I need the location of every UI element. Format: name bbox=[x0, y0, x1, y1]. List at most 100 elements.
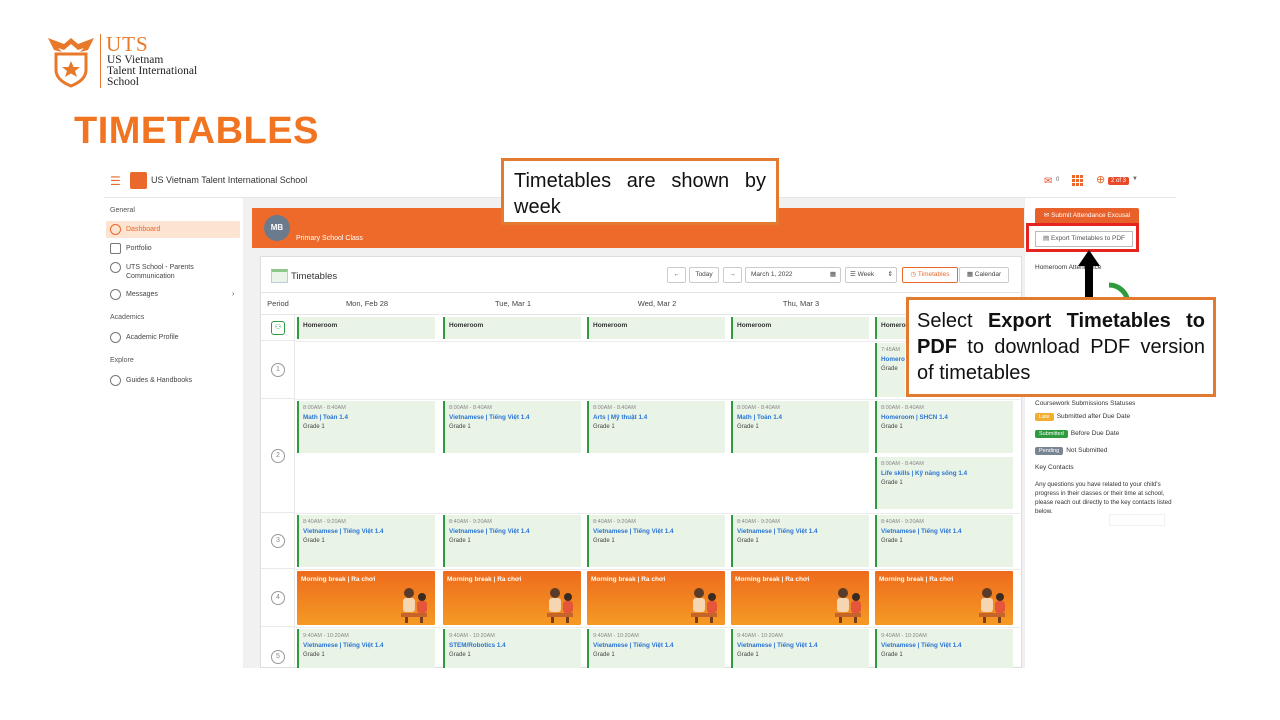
legend-text: Before Due Date bbox=[1070, 430, 1120, 437]
lesson-cell[interactable]: 9:40AM - 10:20AM Vietnamese | Tiếng Việt … bbox=[875, 629, 1013, 668]
period-number: 2 bbox=[271, 449, 285, 463]
lesson-time: 9:40AM - 10:20AM bbox=[593, 633, 639, 639]
users-icon bbox=[110, 262, 121, 273]
lesson-subject: Vietnamese | Tiếng Việt 1.4 bbox=[881, 642, 962, 649]
callout-export-pdf: Select Export Timetables to PDF to downl… bbox=[906, 297, 1216, 397]
lesson-cell[interactable]: 8:40AM - 9:20AM Vietnamese | Tiếng Việt 1… bbox=[587, 515, 725, 567]
break-label: Morning break | Ra chơi bbox=[735, 576, 810, 583]
homeroom-label: Homeroom bbox=[593, 322, 628, 329]
lesson-cell[interactable]: 8:40AM - 9:20AM Vietnamese | Tiếng Việt 1… bbox=[731, 515, 869, 567]
lesson-cell[interactable]: 9:40AM - 10:20AM Vietnamese | Tiếng Việt … bbox=[731, 629, 869, 668]
uts-wing-shield-icon bbox=[48, 38, 94, 88]
messages-icon bbox=[110, 289, 121, 300]
key-contacts-box bbox=[1109, 514, 1165, 526]
legend-text: Not Submitted bbox=[1066, 447, 1108, 454]
date-value: March 1, 2022 bbox=[751, 271, 793, 278]
morning-break-cell[interactable]: Morning break | Ra chơi bbox=[587, 571, 725, 625]
period-number: 5 bbox=[271, 650, 285, 664]
break-label: Morning break | Ra chơi bbox=[301, 576, 376, 583]
prev-week-button[interactable]: ← bbox=[667, 267, 686, 283]
sidebar-item-parents-communication[interactable]: UTS School - Parents Communication bbox=[106, 259, 240, 283]
export-button-highlight bbox=[1026, 223, 1139, 252]
lesson-cell[interactable]: 8:00AM - 8:40AM Homeroom | SHCN 1.4 Grade … bbox=[875, 401, 1013, 453]
next-week-button[interactable]: → bbox=[723, 267, 742, 283]
page-badge: 2 of 3 bbox=[1108, 177, 1130, 185]
calendar-icon bbox=[271, 269, 288, 283]
lesson-cell[interactable]: 9:40AM - 10:20AM STEM/Robotics 1.4 Grade 1 bbox=[443, 629, 581, 668]
homeroom-extra-cell[interactable]: 7:45AM Homero Grade bbox=[875, 343, 905, 397]
apps-grid-icon[interactable] bbox=[1072, 175, 1083, 186]
main-content: MB Primary School Class Timetables ← Tod… bbox=[244, 198, 1026, 668]
clock-icon: ◷ bbox=[910, 271, 918, 278]
lesson-cell[interactable]: 9:40AM - 10:20AM Vietnamese | Tiếng Việt … bbox=[297, 629, 435, 668]
lesson-cell[interactable]: 8:00AM - 8:40AM Arts | Mỹ thuật 1.4 Grade … bbox=[587, 401, 725, 453]
portfolio-icon bbox=[110, 243, 121, 254]
homeroom-cell[interactable]: Homeroom bbox=[297, 317, 435, 339]
sidebar-item-messages[interactable]: Messages › bbox=[106, 286, 240, 303]
globe-icon[interactable]: ⊕ bbox=[1096, 175, 1105, 186]
period-number: 3 bbox=[271, 534, 285, 548]
today-button[interactable]: Today bbox=[689, 267, 719, 283]
break-label: Morning break | Ra chơi bbox=[447, 576, 522, 583]
morning-break-cell[interactable]: Morning break | Ra chơi bbox=[297, 571, 435, 625]
lesson-cell[interactable]: 8:00AM - 8:40AM Life skills | Kỹ năng sốn… bbox=[875, 457, 1013, 509]
period-cell: 2 bbox=[261, 399, 295, 513]
sidebar-item-dashboard[interactable]: Dashboard bbox=[106, 221, 240, 238]
playing-children-illustration-icon bbox=[835, 588, 861, 623]
lesson-time: 8:00AM - 8:40AM bbox=[737, 405, 780, 411]
lesson-cell[interactable]: 8:00AM - 8:40AM Vietnamese | Tiếng Việt 1… bbox=[443, 401, 581, 453]
tab-label: Timetables bbox=[917, 271, 950, 278]
day-column-header: Thu, Mar 3 bbox=[729, 293, 873, 315]
menu-icon[interactable]: ☰ bbox=[110, 175, 121, 187]
logo-line-3: School bbox=[107, 76, 139, 88]
profile-icon bbox=[110, 332, 121, 343]
lesson-cell[interactable]: 8:40AM - 9:20AM Vietnamese | Tiếng Việt 1… bbox=[443, 515, 581, 567]
period-cell: ⚇ bbox=[261, 315, 295, 341]
sidebar-section-academics: Academics bbox=[110, 314, 145, 321]
lesson-cell[interactable]: 8:00AM - 8:40AM Math | Toán 1.4 Grade 1 bbox=[297, 401, 435, 453]
sidebar-item-guides-handbooks[interactable]: Guides & Handbooks bbox=[106, 372, 240, 389]
lesson-time: 9:40AM - 10:20AM bbox=[737, 633, 783, 639]
period-cell: 3 bbox=[261, 513, 295, 569]
homeroom-cell[interactable]: Homeroom bbox=[587, 317, 725, 339]
lesson-subject: Vietnamese | Tiếng Việt 1.4 bbox=[593, 642, 674, 649]
caret-down-icon[interactable]: ▼ bbox=[1132, 176, 1138, 182]
late-badge: Late bbox=[1035, 413, 1054, 421]
tab-calendar[interactable]: ▦ Calendar bbox=[959, 267, 1009, 283]
lesson-time: 8:00AM - 8:40AM bbox=[593, 405, 636, 411]
lesson-time: 8:00AM - 8:40AM bbox=[881, 461, 924, 467]
right-panel: ✉ Submit Attendance Excusal ▤ Export Tim… bbox=[1024, 198, 1176, 668]
homeroom-label: Homeroom bbox=[449, 322, 484, 329]
tab-timetables[interactable]: ◷ Timetables bbox=[902, 267, 958, 283]
playing-children-illustration-icon bbox=[691, 588, 717, 623]
mail-icon[interactable]: ✉ bbox=[1044, 176, 1052, 187]
homeroom-cell[interactable]: Homeroom bbox=[731, 317, 869, 339]
homeroom-label: Homeroom bbox=[303, 322, 338, 329]
lesson-grade: Grade 1 bbox=[303, 538, 325, 544]
school-logo-icon bbox=[130, 172, 147, 189]
key-contacts-title: Key Contacts bbox=[1035, 464, 1074, 471]
avatar[interactable]: MB bbox=[264, 215, 290, 241]
morning-break-cell[interactable]: Morning break | Ra chơi bbox=[731, 571, 869, 625]
homeroom-cell[interactable]: Homeroom bbox=[443, 317, 581, 339]
morning-break-cell[interactable]: Morning break | Ra chơi bbox=[875, 571, 1013, 625]
sidebar-item-portfolio[interactable]: Portfolio bbox=[106, 240, 240, 257]
lesson-time: 9:40AM - 10:20AM bbox=[303, 633, 349, 639]
lesson-cell[interactable]: 8:40AM - 9:20AM Vietnamese | Tiếng Việt 1… bbox=[875, 515, 1013, 567]
lesson-cell[interactable]: 9:40AM - 10:20AM Vietnamese | Tiếng Việt … bbox=[587, 629, 725, 668]
view-select[interactable]: ☰ Week ⇕ bbox=[845, 267, 897, 283]
homeroom-label: Homeroom bbox=[737, 322, 772, 329]
lesson-cell[interactable]: 8:40AM - 9:20AM Vietnamese | Tiếng Việt 1… bbox=[297, 515, 435, 567]
break-label: Morning break | Ra chơi bbox=[591, 576, 666, 583]
sidebar-section-explore: Explore bbox=[110, 357, 134, 364]
sidebar-item-academic-profile[interactable]: Academic Profile bbox=[106, 329, 240, 346]
lesson-grade: Grade 1 bbox=[593, 652, 615, 658]
lesson-subject: Homeroom | SHCN 1.4 bbox=[881, 414, 948, 421]
date-picker-input[interactable]: March 1, 2022 ▦ bbox=[745, 267, 841, 283]
submit-attendance-button[interactable]: ✉ Submit Attendance Excusal bbox=[1035, 208, 1139, 224]
school-name[interactable]: US Vietnam Talent International School bbox=[151, 175, 307, 185]
lesson-subject: Arts | Mỹ thuật 1.4 bbox=[593, 414, 648, 421]
lesson-cell[interactable]: 8:00AM - 8:40AM Math | Toán 1.4 Grade 1 bbox=[731, 401, 869, 453]
lesson-time: 8:40AM - 9:20AM bbox=[881, 519, 924, 525]
morning-break-cell[interactable]: Morning break | Ra chơi bbox=[443, 571, 581, 625]
